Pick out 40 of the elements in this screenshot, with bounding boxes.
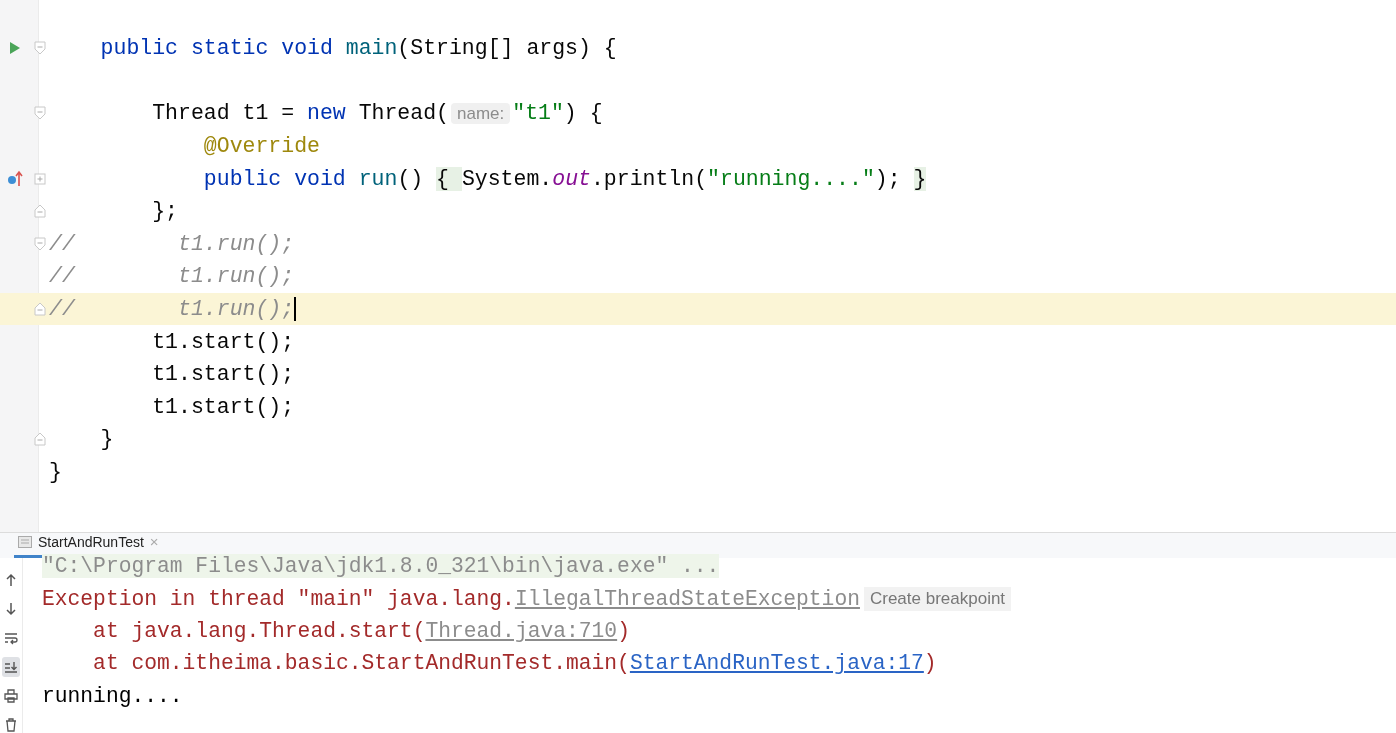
console-line: at java.lang.Thread.start(Thread.java:710)	[92, 618, 630, 643]
print-icon	[4, 689, 18, 703]
fold-icon[interactable]	[33, 41, 46, 56]
code-line: public void run() { System.out.println("running...."); }	[202, 165, 928, 193]
console-icon	[18, 535, 32, 548]
code-line: };	[151, 198, 180, 226]
code-line: // t1.run();	[49, 230, 296, 258]
scroll-end-icon	[4, 660, 18, 674]
scroll-end-button[interactable]	[2, 657, 20, 677]
up-icon	[4, 573, 18, 587]
code-line: // t1.run();	[49, 296, 298, 324]
code-line: t1.start();	[151, 393, 296, 421]
code-line: public static void main(String[] args) {	[99, 35, 618, 63]
wrap-icon	[4, 631, 18, 645]
create-breakpoint-hint[interactable]: Create breakpoint	[863, 586, 1012, 611]
console-line: at com.itheima.basic.StartAndRunTest.main(StartAndRunTest.java:17)	[92, 651, 937, 676]
console-line: running....	[42, 683, 183, 708]
fold-icon[interactable]	[33, 106, 46, 121]
fold-icon[interactable]	[33, 236, 46, 251]
code-line: // t1.run();	[49, 263, 296, 291]
fold-icon[interactable]	[33, 302, 46, 317]
source-link[interactable]: IllegalThreadStateException	[514, 586, 860, 611]
override-icon[interactable]	[7, 169, 23, 188]
source-link[interactable]: Thread.java:710	[425, 618, 618, 643]
fold-icon[interactable]	[33, 432, 46, 447]
source-link[interactable]: StartAndRunTest.java:17	[629, 651, 924, 676]
fold-icon[interactable]	[33, 204, 46, 219]
print-button[interactable]	[2, 686, 20, 706]
code-line: @Override	[202, 133, 321, 161]
down-icon	[4, 602, 18, 616]
code-line: t1.start();	[151, 328, 296, 356]
code-line: }	[49, 459, 63, 486]
code-line: Thread t1 = new Thread( name: "t1") {	[151, 100, 604, 127]
close-icon[interactable]: ×	[149, 533, 159, 550]
expand-icon[interactable]	[33, 172, 46, 185]
console-line: Exception in thread "main" java.lang.IllegalThreadStateException	[42, 586, 860, 611]
code-line: }	[99, 426, 115, 454]
run-icon[interactable]	[9, 41, 21, 56]
trash-icon	[4, 718, 18, 732]
code-line: t1.start();	[151, 361, 296, 389]
